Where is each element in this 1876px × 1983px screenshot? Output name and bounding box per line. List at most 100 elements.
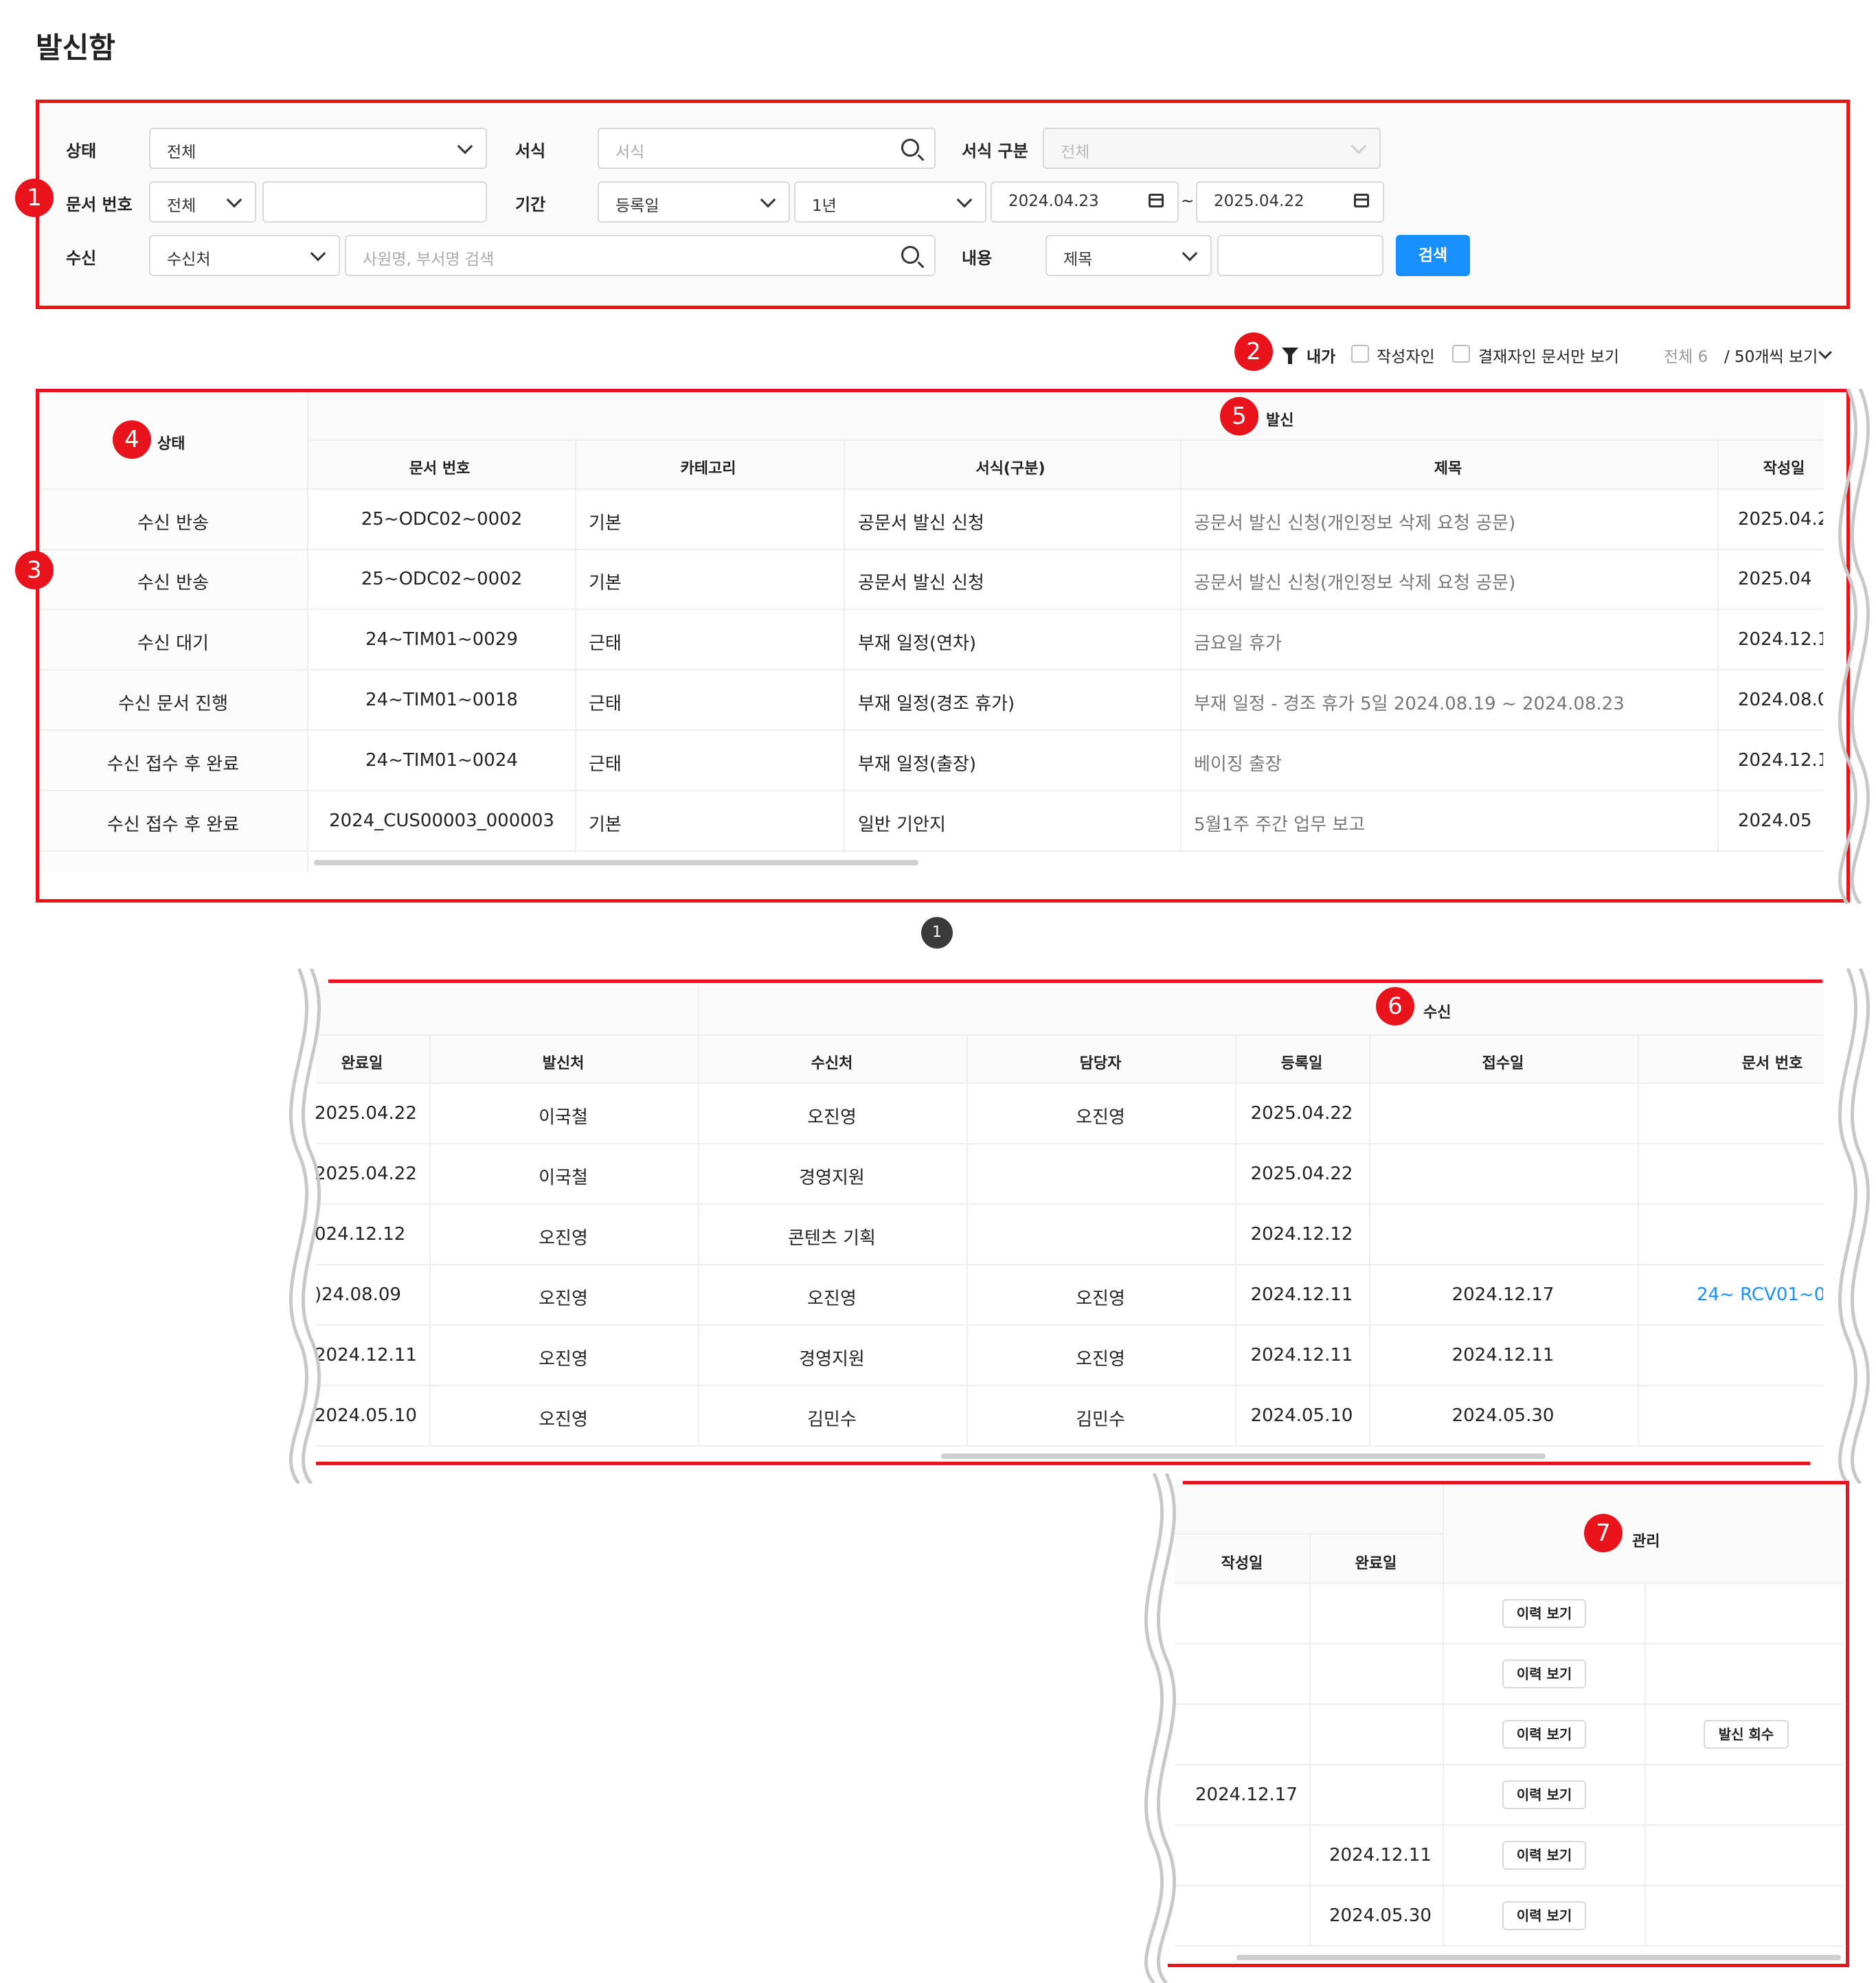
chevron-down-icon	[226, 192, 242, 208]
horizontal-scrollbar[interactable]	[941, 1453, 1546, 1459]
table-row-divider	[1175, 1885, 1844, 1886]
content-select[interactable]: 제목	[1046, 235, 1212, 276]
docno-select-value: 전체	[167, 197, 196, 215]
history-button[interactable]: 이력 보기	[1502, 1841, 1586, 1870]
receiver-cell: 경영지원	[799, 1349, 865, 1370]
docno-select[interactable]: 전체	[149, 181, 256, 223]
recv-select[interactable]: 수신처	[149, 235, 340, 276]
accepted-cell: 2024.12.11	[1451, 1345, 1555, 1366]
approver-label: 결재자인 문서만 보기	[1478, 348, 1620, 366]
column-header: 발신처	[542, 1055, 585, 1072]
receiver-cell: 오진영	[807, 1107, 857, 1128]
form-type-select-value: 전체	[1061, 144, 1090, 161]
form-search-placeholder: 서식	[615, 144, 645, 161]
chevron-down-icon	[457, 138, 473, 155]
column-header: 작성일	[1221, 1555, 1263, 1572]
chevron-down-icon	[1351, 138, 1367, 155]
break-marker-left	[289, 968, 321, 1484]
search-icon[interactable]	[901, 139, 919, 157]
date-from-input[interactable]: 2024.04.23	[991, 181, 1179, 223]
receiver-cell: 경영지원	[799, 1168, 865, 1188]
manager-cell: 오진영	[1076, 1349, 1125, 1370]
period-range-select[interactable]: 1년	[794, 181, 986, 223]
completed-cell: 2024.05.30	[1329, 1905, 1432, 1926]
search-icon[interactable]	[901, 246, 919, 264]
status-select[interactable]: 전체	[149, 128, 487, 169]
history-button[interactable]: 이력 보기	[1502, 1599, 1586, 1628]
registered-cell: 2024.05.10	[1250, 1405, 1353, 1426]
period-type-select[interactable]: 등록일	[598, 181, 790, 223]
table-row-divider	[316, 1264, 1824, 1265]
content-label: 내용	[962, 249, 993, 268]
manage-highlight-right	[1846, 1481, 1849, 1967]
registered-cell: 2025.04.22	[1250, 1164, 1353, 1184]
sender-cell: 오진영	[539, 1228, 588, 1249]
period-label: 기간	[515, 195, 546, 214]
form-type-select[interactable]: 전체	[1043, 128, 1381, 169]
break-marker-right	[1838, 389, 1871, 904]
created-cell: 2024.12.17	[1195, 1784, 1298, 1805]
filter-icon-stem	[1288, 354, 1292, 364]
receiver-cell: 오진영	[807, 1289, 857, 1309]
search-button[interactable]: 검색	[1396, 235, 1470, 276]
sender-cell: 오진영	[539, 1289, 588, 1309]
table-row-divider	[1175, 1945, 1844, 1947]
page-title: 발신함	[36, 31, 115, 65]
status-label: 상태	[66, 141, 97, 161]
group-divider	[698, 985, 699, 1034]
column-divider	[1645, 1584, 1646, 1947]
badge-4: 4	[113, 420, 151, 459]
manager-cell: 김민수	[1076, 1409, 1125, 1430]
pagination-page[interactable]: 1	[921, 917, 953, 949]
column-header: 담당자	[1079, 1055, 1122, 1072]
date-separator: ~	[1181, 192, 1195, 210]
form-type-label: 서식 구분	[962, 141, 1028, 161]
history-button[interactable]: 이력 보기	[1502, 1780, 1586, 1809]
form-search-input[interactable]: 서식	[598, 128, 936, 169]
period-range-value: 1년	[812, 197, 837, 215]
history-button[interactable]: 이력 보기	[1502, 1901, 1586, 1930]
content-input[interactable]	[1217, 235, 1383, 276]
per-page-select[interactable]: / 50개씩 보기	[1724, 343, 1818, 367]
badge-1: 1	[15, 179, 54, 217]
table-row-divider	[1175, 1824, 1844, 1826]
registered-cell: 2025.04.22	[1250, 1103, 1353, 1124]
content-select-value: 제목	[1063, 251, 1093, 269]
recv-search-input[interactable]: 사원명, 부서명 검색	[345, 235, 936, 276]
period-type-value: 등록일	[615, 197, 659, 215]
header-divider	[316, 1083, 1824, 1084]
badge-2: 2	[1234, 332, 1273, 371]
receive-group-header: 수신	[1423, 1004, 1451, 1021]
receive-table-highlight-top	[328, 979, 1822, 983]
chevron-down-icon	[1182, 245, 1198, 262]
chevron-down-icon[interactable]	[1818, 345, 1832, 359]
table-row-divider	[1175, 1764, 1844, 1765]
table-row-divider	[316, 1385, 1824, 1386]
author-label: 작성자인	[1377, 348, 1435, 366]
recv-select-value: 수신처	[167, 251, 211, 269]
date-to-input[interactable]: 2025.04.22	[1196, 181, 1384, 223]
history-button[interactable]: 이력 보기	[1502, 1659, 1586, 1688]
receiver-cell: 콘텐츠 기획	[788, 1228, 876, 1249]
docno-link[interactable]: 24~ RCV01~00	[1697, 1284, 1823, 1305]
manager-cell: 오진영	[1076, 1289, 1125, 1309]
horizontal-scrollbar[interactable]	[1236, 1955, 1841, 1960]
recall-button[interactable]: 발신 회수	[1704, 1720, 1789, 1749]
calendar-icon[interactable]	[1149, 194, 1164, 207]
date-to-value: 2025.04.22	[1214, 192, 1304, 210]
approver-checkbox[interactable]	[1452, 345, 1470, 363]
chevron-down-icon	[760, 192, 776, 208]
column-header: 수신처	[811, 1055, 853, 1072]
badge-7: 7	[1584, 1514, 1623, 1552]
send-table-highlight	[36, 389, 1850, 903]
mine-label: 내가	[1307, 348, 1336, 366]
manage-highlight-top	[1183, 1481, 1849, 1484]
docno-input[interactable]	[262, 181, 487, 223]
author-checkbox[interactable]	[1351, 345, 1369, 363]
sender-cell: 이국철	[539, 1168, 588, 1188]
calendar-icon[interactable]	[1354, 194, 1369, 207]
history-button[interactable]: 이력 보기	[1502, 1720, 1586, 1749]
group-header-divider	[316, 1034, 1824, 1036]
column-divider	[1443, 1484, 1444, 1947]
manager-cell: 오진영	[1076, 1107, 1125, 1128]
